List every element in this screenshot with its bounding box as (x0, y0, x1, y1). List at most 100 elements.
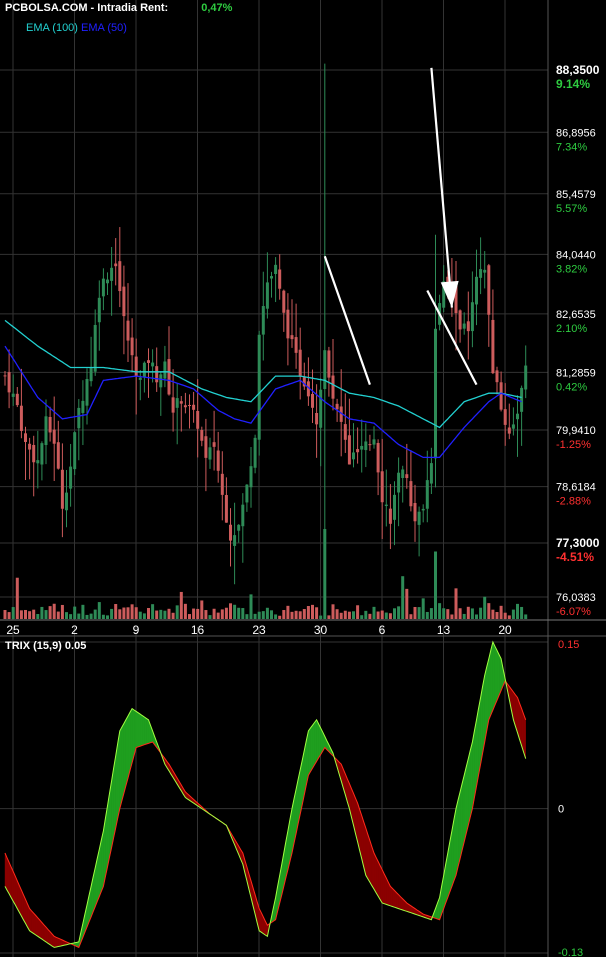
candle-body (257, 334, 261, 440)
price-level-label: 77,3000 (556, 536, 600, 550)
volume-bar (175, 605, 179, 619)
trix-fill (146, 717, 149, 745)
volume-bar (155, 610, 159, 619)
candle-body (470, 302, 474, 332)
candle-body (196, 410, 200, 429)
volume-bar (245, 614, 249, 619)
price-level-pct: 9.14% (556, 77, 590, 91)
candle-body (417, 511, 421, 525)
candle-body (380, 471, 384, 503)
volume-bar (327, 615, 331, 619)
volume-bar (347, 611, 351, 619)
candle-body (520, 387, 524, 412)
candle-body (315, 412, 319, 425)
volume-bar (208, 615, 212, 619)
trix-fill (6, 857, 10, 895)
trix-fill (125, 715, 129, 786)
volume-bar (233, 604, 237, 619)
trix-fill (377, 861, 381, 901)
candle-body (368, 444, 372, 446)
rent-value: 0,47% (201, 2, 233, 14)
candle-body (233, 535, 237, 546)
trix-fill (37, 917, 41, 939)
volume-bar (483, 596, 487, 619)
ema100-legend-label: EMA (100) (26, 22, 78, 34)
candle-body (507, 427, 511, 434)
candle-body (265, 282, 269, 309)
volume-bar (466, 606, 470, 619)
candle-body (376, 442, 380, 473)
x-tick-label: 2 (71, 623, 78, 637)
ema50-legend-label: EMA (50) (81, 22, 127, 34)
candle-body (216, 450, 220, 471)
volume-bar (516, 603, 519, 619)
candle-body (32, 444, 36, 463)
volume-bar (204, 610, 208, 619)
volume-bar (331, 604, 335, 619)
trix-panel: 0.15 0 -0.13 (4, 639, 583, 957)
trix-y-label: 0.15 (558, 639, 579, 651)
trix-fill (492, 641, 496, 711)
volume-bar (384, 612, 388, 619)
volume-bar (470, 608, 474, 619)
candle-body (81, 400, 85, 414)
volume-bar (405, 588, 409, 619)
trix-line (4, 640, 527, 948)
x-tick-label: 23 (252, 623, 266, 637)
volume-bar (274, 614, 278, 619)
volume-bar (487, 603, 491, 619)
volume-bar (73, 606, 77, 619)
price-level-pct: -4.51% (556, 550, 594, 564)
price-level-pct: 2.10% (556, 323, 587, 335)
trix-fill (457, 791, 461, 867)
candle-body (516, 413, 519, 420)
volume-bar (130, 604, 134, 619)
candle-body (110, 267, 114, 281)
trix-y-label: -0.13 (558, 947, 583, 957)
candle-body (142, 362, 146, 378)
trix-fill (129, 707, 133, 771)
price-level-pct: 0.42% (556, 381, 587, 393)
trix-fill (468, 750, 471, 826)
volume-bar (147, 607, 150, 619)
candle-body (475, 276, 478, 305)
volume-bar (294, 610, 298, 619)
volume-bar (159, 609, 163, 619)
candle-body (347, 435, 351, 465)
trix-fill (318, 723, 321, 759)
candle-body (282, 290, 286, 313)
candle-body (7, 372, 11, 393)
candle-body (130, 337, 134, 356)
x-axis-labels: 25 2 9 16 23 30 6 13 20 (6, 623, 512, 637)
volume-bar (24, 609, 27, 619)
trix-signal-line (4, 679, 527, 949)
trix-fill (459, 783, 463, 859)
volume-bar (393, 608, 396, 619)
trix-fill (375, 857, 379, 897)
price-level-pct: 5.57% (556, 203, 587, 215)
trix-fill (466, 758, 469, 834)
volume-bar (282, 610, 286, 619)
price-level-pct: 3.82% (556, 263, 587, 275)
volume-bar (69, 614, 73, 619)
volume-bar (311, 604, 314, 619)
candle-body (290, 335, 294, 340)
trix-fill (464, 766, 467, 842)
candle-body (319, 389, 323, 428)
volume-bar (356, 605, 360, 619)
volume-bar (249, 594, 253, 619)
volume-bar (28, 611, 32, 619)
trix-fill (498, 654, 502, 696)
candle-body (138, 377, 142, 380)
volume-bar (421, 598, 425, 619)
volume-bar (19, 610, 23, 619)
trix-fill (379, 865, 383, 904)
volume-bar (368, 613, 372, 619)
candle-body (106, 279, 109, 284)
candle-body (36, 460, 40, 464)
candle-body (118, 261, 122, 292)
price-level-pct: -2.88% (556, 496, 591, 508)
candle-body (409, 481, 413, 507)
volume-bar (220, 609, 224, 619)
trix-fill (470, 741, 473, 817)
